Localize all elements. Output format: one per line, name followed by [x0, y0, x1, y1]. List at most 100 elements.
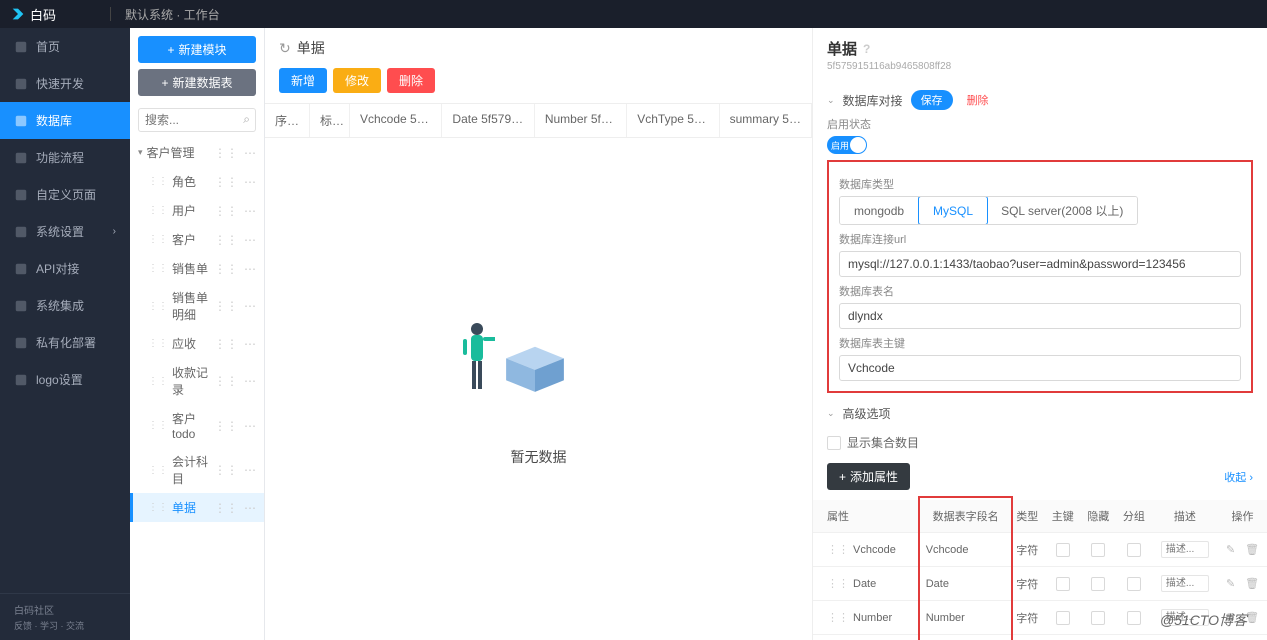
edit-icon[interactable]: ✎: [1226, 543, 1235, 556]
module-item[interactable]: ⋮⋮用户⋮⋮⋯: [130, 196, 264, 225]
delete-icon[interactable]: 🗑: [1245, 577, 1259, 590]
module-item[interactable]: ⋮⋮会计科目⋮⋮⋯: [130, 447, 264, 493]
nav-item-db[interactable]: 数据库: [0, 102, 130, 139]
drag-handle-icon[interactable]: ⋮⋮: [827, 612, 849, 624]
group-checkbox[interactable]: [1127, 611, 1141, 625]
module-item[interactable]: ⋮⋮收款记录⋮⋮⋯: [130, 358, 264, 404]
more-icon[interactable]: ⋯: [244, 175, 256, 189]
drag-handle-icon[interactable]: ⋮⋮: [827, 544, 849, 556]
sort-icon[interactable]: ▾: [804, 116, 808, 125]
new-table-button[interactable]: +新建数据表: [138, 69, 256, 96]
module-item[interactable]: ⋮⋮销售单⋮⋮⋯: [130, 254, 264, 283]
add-button[interactable]: 新增: [279, 68, 327, 93]
sync-icon[interactable]: ↻: [279, 40, 291, 57]
group-checkbox[interactable]: [1127, 577, 1141, 591]
drag-handle-icon[interactable]: ⋮⋮: [148, 502, 168, 513]
nav-item-api[interactable]: API对接: [0, 250, 130, 287]
handle-icon[interactable]: ⋮⋮: [214, 374, 238, 388]
hide-checkbox[interactable]: [1091, 543, 1105, 557]
delete-link[interactable]: 删除: [967, 92, 989, 108]
module-item[interactable]: ⋮⋮销售单明细⋮⋮⋯: [130, 283, 264, 329]
sort-icon[interactable]: ▾: [302, 118, 306, 127]
nav-item-flow[interactable]: 功能流程: [0, 139, 130, 176]
grid-col-header[interactable]: 序号 ▾: [265, 104, 310, 137]
brand-logo[interactable]: 白码: [10, 5, 56, 24]
drag-handle-icon[interactable]: ⋮⋮: [148, 420, 168, 431]
handle-icon[interactable]: ⋮⋮: [214, 204, 238, 218]
desc-input[interactable]: [1161, 575, 1209, 592]
enable-toggle[interactable]: 启用: [827, 136, 867, 154]
chevron-down-icon[interactable]: ⌄: [827, 408, 835, 419]
grid-col-header[interactable]: VchType 5f5759… ▾: [627, 104, 719, 137]
breadcrumb[interactable]: 默认系统 · 工作台: [125, 6, 220, 23]
help-icon[interactable]: ?: [863, 42, 870, 56]
module-item[interactable]: ⋮⋮单据⋮⋮⋯: [130, 493, 264, 522]
attr-type[interactable]: 字符: [1009, 567, 1045, 601]
nav-item-bolt[interactable]: 快速开发: [0, 65, 130, 102]
module-search-input[interactable]: [138, 108, 256, 132]
drag-handle-icon[interactable]: ⋮⋮: [148, 176, 168, 187]
delete-icon[interactable]: 🗑: [1245, 543, 1259, 556]
handle-icon[interactable]: ⋮⋮: [214, 337, 238, 351]
attr-type[interactable]: 字符: [1009, 635, 1045, 640]
handle-icon[interactable]: ⋮⋮: [214, 501, 238, 515]
module-item[interactable]: ⋮⋮客户⋮⋮⋯: [130, 225, 264, 254]
handle-icon[interactable]: ⋮⋮: [214, 463, 238, 477]
drag-handle-icon[interactable]: ⋮⋮: [148, 301, 168, 312]
db-url-input[interactable]: [839, 251, 1241, 277]
grid-col-header[interactable]: summary 5… ▾: [720, 104, 812, 137]
more-icon[interactable]: ⋯: [244, 233, 256, 247]
grid-col-header[interactable]: Vchcode 5f5759… ▾: [350, 104, 442, 137]
drag-handle-icon[interactable]: ⋮⋮: [148, 376, 168, 387]
drag-handle-icon[interactable]: ⋮⋮: [148, 205, 168, 216]
module-item[interactable]: ▾客户管理⋮⋮⋯: [130, 138, 264, 167]
handle-icon[interactable]: ⋮⋮: [214, 175, 238, 189]
search-icon[interactable]: ⌕: [243, 112, 250, 127]
edit-button[interactable]: 修改: [333, 68, 381, 93]
more-icon[interactable]: ⋯: [244, 419, 256, 433]
more-icon[interactable]: ⋯: [244, 374, 256, 388]
pk-checkbox[interactable]: [1056, 611, 1070, 625]
pk-input[interactable]: [839, 355, 1241, 381]
nav-item-integ[interactable]: 系统集成: [0, 287, 130, 324]
db-type-option[interactable]: mongodb: [840, 197, 919, 224]
more-icon[interactable]: ⋯: [244, 299, 256, 313]
module-item[interactable]: ⋮⋮客户todo⋮⋮⋯: [130, 404, 264, 447]
desc-input[interactable]: [1161, 541, 1209, 558]
grid-col-header[interactable]: Date 5f579571… ▾: [442, 104, 534, 137]
db-type-option[interactable]: MySQL: [918, 196, 988, 225]
nav-item-page[interactable]: 自定义页面: [0, 176, 130, 213]
table-name-input[interactable]: [839, 303, 1241, 329]
save-button[interactable]: 保存: [911, 90, 953, 110]
more-icon[interactable]: ⋯: [244, 501, 256, 515]
handle-icon[interactable]: ⋮⋮: [214, 146, 238, 160]
group-checkbox[interactable]: [1127, 543, 1141, 557]
drag-handle-icon[interactable]: ⋮⋮: [827, 578, 849, 590]
db-type-option[interactable]: SQL server(2008 以上): [987, 197, 1137, 224]
delete-button[interactable]: 删除: [387, 68, 435, 93]
delete-icon[interactable]: 🗑: [1245, 611, 1259, 624]
module-item[interactable]: ⋮⋮应收⋮⋮⋯: [130, 329, 264, 358]
handle-icon[interactable]: ⋮⋮: [214, 233, 238, 247]
more-icon[interactable]: ⋯: [244, 146, 256, 160]
nav-item-settings[interactable]: 系统设置›: [0, 213, 130, 250]
collapse-link[interactable]: 收起 ›: [1224, 469, 1253, 485]
more-icon[interactable]: ⋯: [244, 204, 256, 218]
handle-icon[interactable]: ⋮⋮: [214, 419, 238, 433]
show-collection-checkbox[interactable]: [827, 436, 841, 450]
attr-type[interactable]: 字符: [1009, 601, 1045, 635]
grid-col-header[interactable]: 标签 ▾: [310, 104, 350, 137]
drag-handle-icon[interactable]: ⋮⋮: [148, 338, 168, 349]
drag-handle-icon[interactable]: ⋮⋮: [148, 263, 168, 274]
pk-checkbox[interactable]: [1056, 577, 1070, 591]
db-type-radio[interactable]: mongodbMySQLSQL server(2008 以上): [839, 196, 1138, 225]
handle-icon[interactable]: ⋮⋮: [214, 299, 238, 313]
edit-icon[interactable]: ✎: [1226, 577, 1235, 590]
hide-checkbox[interactable]: [1091, 611, 1105, 625]
add-attribute-button[interactable]: +添加属性: [827, 463, 910, 490]
nav-item-deploy[interactable]: 私有化部署: [0, 324, 130, 361]
handle-icon[interactable]: ⋮⋮: [214, 262, 238, 276]
pk-checkbox[interactable]: [1056, 543, 1070, 557]
grid-col-header[interactable]: Number 5f5759… ▾: [535, 104, 627, 137]
nav-item-logo[interactable]: logo设置: [0, 361, 130, 398]
